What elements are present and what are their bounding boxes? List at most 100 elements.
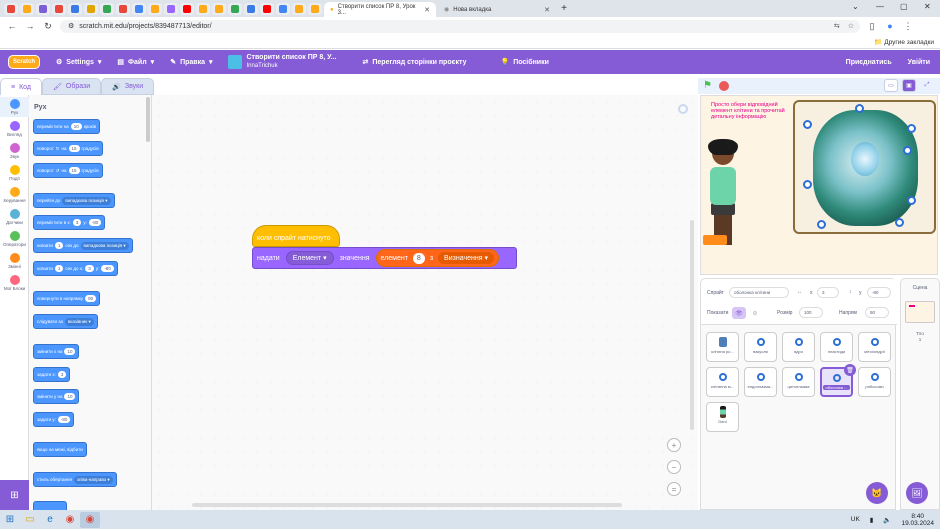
- category-operators[interactable]: Оператори: [0, 231, 29, 247]
- pinned-tab[interactable]: [84, 2, 98, 15]
- category-control[interactable]: Керування: [0, 187, 29, 203]
- block-input[interactable]: 1: [54, 265, 64, 272]
- palette-scrollbar[interactable]: [146, 97, 150, 142]
- block-input[interactable]: 15: [68, 167, 80, 174]
- size-input[interactable]: 100: [799, 307, 823, 318]
- forward-arrow-icon[interactable]: →: [24, 21, 36, 31]
- translate-icon[interactable]: ⇆: [834, 22, 840, 30]
- category-looks[interactable]: Вигляд: [0, 121, 29, 137]
- sprite-tile[interactable]: ендоплазма...: [744, 367, 777, 397]
- pinned-tab[interactable]: [132, 2, 146, 15]
- category-sound[interactable]: Звук: [0, 143, 29, 159]
- pinned-tab[interactable]: [180, 2, 194, 15]
- block-rotation-style[interactable]: стиль обертання зліва-направо ▾: [33, 472, 117, 487]
- show-eye-icon[interactable]: 👁: [732, 307, 746, 319]
- chrome-active-icon[interactable]: ◉: [80, 511, 100, 528]
- cell-part-hotspot[interactable]: [903, 146, 912, 155]
- tab-search-icon[interactable]: ⌄: [852, 2, 859, 11]
- internet-explorer-icon[interactable]: e: [40, 512, 60, 528]
- tab-scratch-project[interactable]: ● Створити список ПР 8, Урок 3... ✕: [324, 2, 436, 17]
- tab-sounds[interactable]: 🔊 Звуки: [101, 78, 155, 95]
- block-turn-right[interactable]: поворот ↻ на 15 градусів: [33, 141, 103, 156]
- block-set-x[interactable]: задати x: 3: [33, 367, 71, 382]
- trash-icon[interactable]: 🗑: [844, 364, 856, 376]
- category-sensing[interactable]: Датчики: [0, 209, 29, 225]
- tab-costumes[interactable]: 🖌 Образи: [42, 78, 102, 95]
- pinned-tab[interactable]: [196, 2, 210, 15]
- block-bounce[interactable]: якщо на межі, відбити: [33, 442, 87, 457]
- green-flag-icon[interactable]: ⚑: [703, 80, 712, 91]
- sprite-tile[interactable]: мітохондрії: [858, 332, 891, 362]
- zoom-reset-icon[interactable]: =: [667, 482, 681, 496]
- network-icon[interactable]: ▮: [870, 516, 874, 524]
- pinned-tab[interactable]: [116, 2, 130, 15]
- block-input[interactable]: 1: [54, 242, 64, 249]
- reload-icon[interactable]: ↻: [42, 21, 54, 32]
- cell-part-hotspot[interactable]: [817, 220, 826, 229]
- block-point-direction[interactable]: повернути в напрямку 90: [33, 291, 101, 306]
- back-arrow-icon[interactable]: ←: [6, 21, 18, 31]
- minimize-icon[interactable]: —: [876, 2, 884, 11]
- cell-part-hotspot[interactable]: [907, 124, 916, 133]
- browser-menu-icon[interactable]: ⋮: [902, 21, 914, 32]
- chrome-icon[interactable]: ◉: [60, 512, 80, 528]
- normal-stage-icon[interactable]: ▣: [902, 79, 916, 92]
- sprite-tile[interactable]: цитоплазма: [782, 367, 815, 397]
- cell-image-sprite[interactable]: [793, 100, 936, 234]
- list-dropdown[interactable]: Визначення ▾: [438, 252, 494, 264]
- workspace-vertical-scrollbar[interactable]: [690, 220, 694, 430]
- set-variable-block[interactable]: надати Елемент ▾ значення елемент 8 з Ви…: [252, 247, 517, 269]
- block-dropdown[interactable]: випадкова позиція ▾: [62, 196, 111, 205]
- block-move-steps[interactable]: перемістити на 10 кроків: [33, 119, 101, 134]
- add-extension-button[interactable]: ⊞: [0, 480, 29, 510]
- close-tab-icon[interactable]: ✕: [424, 6, 430, 14]
- pinned-tab[interactable]: [308, 2, 322, 15]
- other-bookmarks[interactable]: 📁 Другие закладки: [874, 38, 934, 46]
- block-go-to[interactable]: перейти до випадкова позиція ▾: [33, 193, 115, 208]
- x-input[interactable]: 3: [817, 287, 839, 298]
- edit-menu[interactable]: ✎ Правка ▾: [162, 50, 220, 74]
- block-glide-to[interactable]: ковзати 1 сек до випадкова позиція ▾: [33, 238, 133, 253]
- scratch-logo[interactable]: Scratch: [8, 55, 40, 69]
- add-backdrop-button[interactable]: 🖼: [906, 482, 928, 504]
- new-tab-plus-icon[interactable]: +: [558, 3, 570, 15]
- close-tab-icon[interactable]: ✕: [544, 6, 550, 14]
- workspace-horizontal-scrollbar[interactable]: [192, 503, 622, 507]
- pinned-tab[interactable]: [100, 2, 114, 15]
- clock[interactable]: 8:40 19.03.2024: [901, 513, 934, 527]
- sprite-name-input[interactable]: оболонка клітини: [729, 287, 789, 298]
- category-variables[interactable]: Змінні: [0, 253, 29, 269]
- cell-part-hotspot[interactable]: [907, 196, 916, 205]
- category-my-blocks[interactable]: Мої Блоки: [0, 275, 29, 291]
- pinned-tab[interactable]: [68, 2, 82, 15]
- url-bar[interactable]: ⚙ scratch.mit.edu/projects/839487713/edi…: [60, 19, 860, 33]
- code-workspace[interactable]: коли спрайт натиснуто надати Елемент ▾ з…: [152, 95, 698, 510]
- settings-menu[interactable]: ⚙ Settings ▾: [48, 50, 109, 74]
- file-explorer-icon[interactable]: ▭: [20, 512, 40, 528]
- sprite-tile-selected[interactable]: оболонка ... 🗑: [820, 364, 856, 397]
- hide-eye-icon[interactable]: ⊘: [748, 307, 762, 319]
- pinned-tab[interactable]: [36, 2, 50, 15]
- stop-icon[interactable]: [719, 81, 729, 91]
- pinned-tab[interactable]: [276, 2, 290, 15]
- fullscreen-icon[interactable]: ⤢: [920, 79, 934, 92]
- language-indicator[interactable]: UK: [851, 516, 860, 523]
- see-project-page-button[interactable]: ⇄ Перегляд сторінки проєкту: [355, 50, 475, 74]
- bookmark-star-icon[interactable]: ☆: [848, 22, 854, 30]
- add-sprite-button[interactable]: 🐱: [866, 482, 888, 504]
- block-input[interactable]: 3: [57, 371, 67, 378]
- pinned-tab[interactable]: [244, 2, 258, 15]
- block-change-x[interactable]: змінити x на 10: [33, 344, 80, 359]
- block-input[interactable]: 3: [72, 219, 82, 226]
- cell-part-hotspot[interactable]: [803, 120, 812, 129]
- block-point-towards[interactable]: слідувати за вказівник ▾: [33, 314, 98, 329]
- profile-avatar-icon[interactable]: ●: [884, 21, 896, 31]
- stage-selector[interactable]: Сцена Тло 1: [900, 278, 940, 510]
- side-panel-icon[interactable]: ▯: [866, 21, 878, 32]
- block-input[interactable]: 3: [85, 265, 94, 272]
- cell-part-hotspot[interactable]: [895, 218, 904, 227]
- block-partial[interactable]: [33, 501, 67, 510]
- tutorials-button[interactable]: 💡 Посібники: [492, 50, 556, 74]
- pinned-tab[interactable]: [4, 2, 18, 15]
- item-index-input[interactable]: 8: [412, 252, 425, 264]
